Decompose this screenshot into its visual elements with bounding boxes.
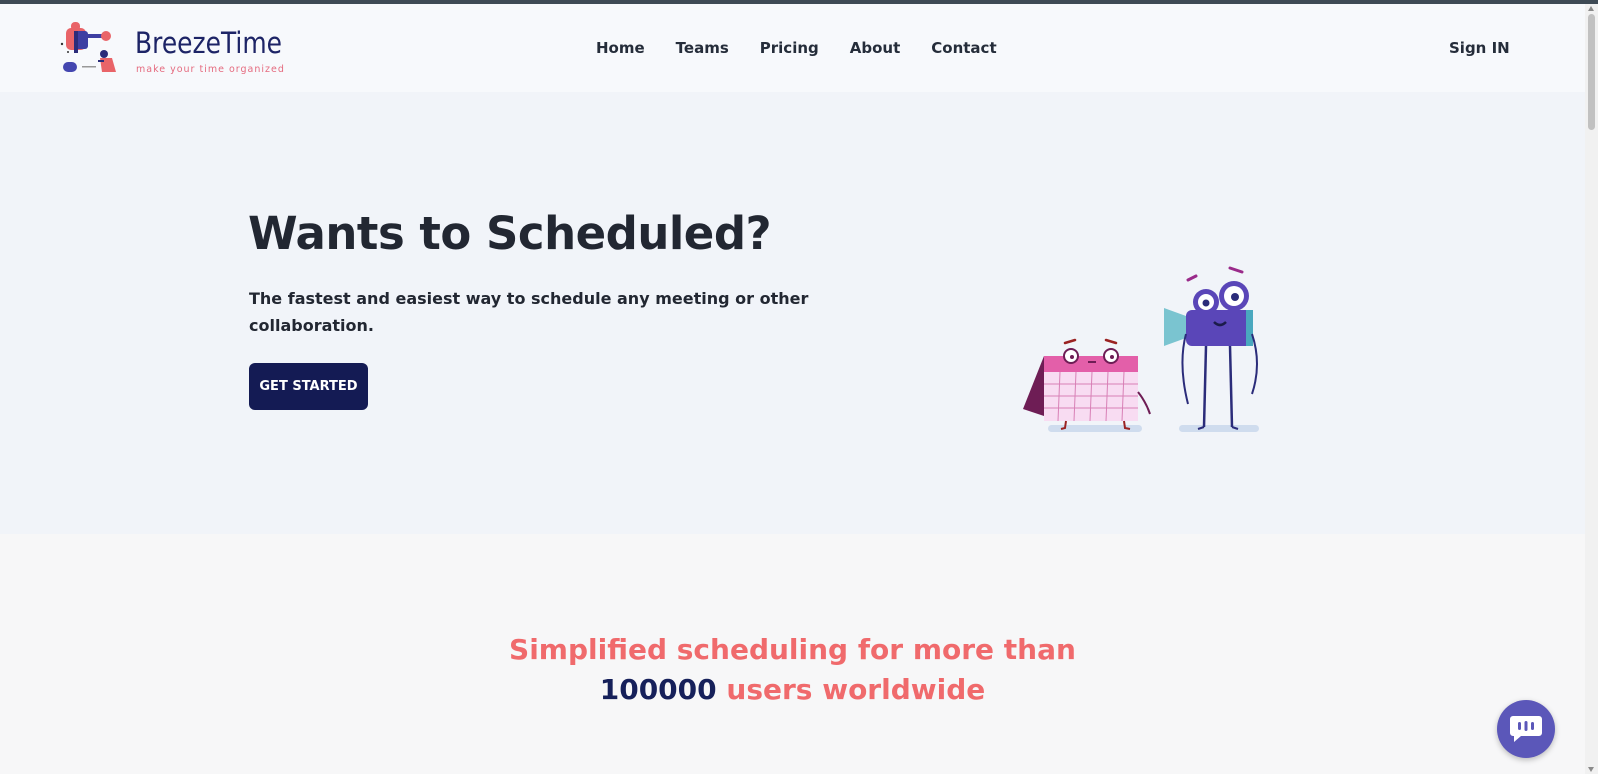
get-started-button[interactable]: GET STARTED (249, 363, 368, 410)
nav-pricing[interactable]: Pricing (760, 37, 819, 59)
nav-about[interactable]: About (850, 37, 901, 59)
main-nav: Home Teams Pricing About Contact (596, 37, 997, 59)
stats-heading-line2: users worldwide (726, 673, 986, 706)
user-count: 100000 (599, 673, 717, 706)
stats-heading: Simplified scheduling for more than 1000… (0, 630, 1585, 710)
site-header: BreezeTime make your time organized Home… (0, 4, 1585, 92)
chat-bubble-icon (1510, 716, 1542, 742)
stats-heading-line1: Simplified scheduling for more than (509, 633, 1076, 666)
nav-home[interactable]: Home (596, 37, 645, 59)
people-collaboration-logo-icon (60, 22, 116, 72)
brand-logo[interactable]: BreezeTime make your time organized (60, 22, 290, 78)
brand-tagline: make your time organized (136, 64, 285, 75)
brand-name: BreezeTime (135, 26, 282, 60)
nav-teams[interactable]: Teams (676, 37, 729, 59)
scrollbar-thumb[interactable] (1588, 14, 1595, 130)
hero-title: Wants to Scheduled? (248, 207, 772, 260)
calendar-and-camera-characters-icon (1023, 266, 1259, 432)
chat-widget-button[interactable] (1497, 700, 1555, 758)
scroll-down-arrow-icon[interactable] (1588, 767, 1594, 772)
nav-contact[interactable]: Contact (931, 37, 996, 59)
sign-in-link[interactable]: Sign IN (1449, 37, 1510, 59)
scroll-up-arrow-icon[interactable] (1588, 6, 1594, 11)
page-scrollbar[interactable] (1585, 4, 1598, 774)
hero-subtitle: The fastest and easiest way to schedule … (249, 289, 809, 335)
hero-section: Wants to Scheduled? The fastest and easi… (0, 92, 1585, 534)
